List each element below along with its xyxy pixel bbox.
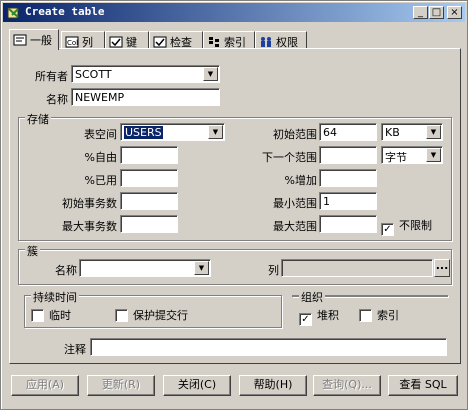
chevron-down-icon: ▼ xyxy=(194,261,209,275)
unlimited-checkbox[interactable]: ✓ 不限制 xyxy=(381,217,432,236)
organization-group: 组织 ✓ 堆积 索引 xyxy=(292,289,448,326)
minextents-input[interactable]: 1 xyxy=(319,192,377,210)
tab-general-label: 一般 xyxy=(30,34,52,47)
minextents-label: 最小范围 xyxy=(273,197,317,210)
tab-indexes[interactable]: 索引 xyxy=(203,31,255,49)
owner-select[interactable]: SCOTT ▼ xyxy=(71,65,220,83)
tab-keys[interactable]: 键 xyxy=(105,31,149,49)
pctused-label: %已用 xyxy=(84,174,117,187)
minimize-button[interactable]: _ xyxy=(413,6,428,19)
maxtrans-label: 最大事务数 xyxy=(62,220,117,233)
browse-columns-button[interactable]: ... xyxy=(434,259,450,277)
next-extent-label: 下一个范围 xyxy=(262,151,317,164)
general-tab-icon xyxy=(13,34,27,46)
index-organized-checkbox[interactable]: 索引 xyxy=(359,307,399,323)
maxtrans-input[interactable] xyxy=(120,215,178,233)
pctincrease-label: %增加 xyxy=(284,174,317,187)
unlimited-label: 不限制 xyxy=(399,219,432,232)
maxextents-label: 最大范围 xyxy=(273,220,317,233)
preserve-rows-label: 保护提交行 xyxy=(133,309,188,322)
tab-general[interactable]: 一般 xyxy=(9,29,59,50)
close-window-button[interactable]: × xyxy=(447,6,462,19)
tab-check[interactable]: 检查 xyxy=(149,31,203,49)
owner-label: 所有者 xyxy=(35,70,68,83)
initrans-input[interactable] xyxy=(120,192,178,210)
checkmark-icon: ✓ xyxy=(299,313,312,326)
check-tab-icon xyxy=(153,36,167,48)
comment-label: 注释 xyxy=(64,343,86,356)
table-name-value: NEWEMP xyxy=(75,91,125,104)
help-button[interactable]: 帮助(H) xyxy=(239,375,307,396)
create-table-window: Create table _ □ × 一般 Col 列 键 检查 索引 权限 所有… xyxy=(0,0,468,410)
initial-extent-value: 64 xyxy=(323,126,337,139)
app-icon xyxy=(6,5,21,20)
table-name-input[interactable]: NEWEMP xyxy=(71,88,220,106)
general-tab-panel: 所有者 SCOTT ▼ 名称 NEWEMP 存储 表空间 USERS ▼ %自由… xyxy=(9,48,461,364)
duration-group-title: 持续时间 xyxy=(31,289,79,305)
cluster-columns-input[interactable] xyxy=(281,259,433,277)
refresh-button[interactable]: 更新(R) xyxy=(87,375,155,396)
query-button[interactable]: 查询(Q)... xyxy=(313,375,381,396)
initial-unit-value: KB xyxy=(385,126,400,139)
next-unit-value: 字节 xyxy=(385,151,407,164)
pctfree-input[interactable] xyxy=(120,146,178,164)
users-tab-icon xyxy=(259,36,273,48)
owner-value: SCOTT xyxy=(75,68,112,81)
storage-group: 存储 表空间 USERS ▼ %自由 %已用 初始事务数 最大事务数 初始范围 … xyxy=(18,111,452,241)
temporary-checkbox[interactable]: 临时 xyxy=(31,307,71,323)
maximize-button[interactable]: □ xyxy=(429,6,444,19)
maxextents-input[interactable] xyxy=(319,215,377,233)
pctincrease-input[interactable] xyxy=(319,169,377,187)
cluster-group-title: 簇 xyxy=(25,243,40,259)
chevron-down-icon: ▼ xyxy=(208,125,223,139)
heap-checkbox[interactable]: ✓ 堆积 xyxy=(299,307,339,326)
checkmark-icon: ✓ xyxy=(381,223,394,236)
temporary-label: 临时 xyxy=(49,309,71,322)
cluster-group: 簇 名称 ▼ 列 ... xyxy=(18,243,452,285)
minextents-value: 1 xyxy=(323,195,330,208)
cluster-name-label: 名称 xyxy=(55,264,77,277)
heap-label: 堆积 xyxy=(317,309,339,322)
tab-privileges[interactable]: 权限 xyxy=(255,31,307,49)
tablespace-select[interactable]: USERS ▼ xyxy=(120,123,225,141)
close-button[interactable]: 关闭(C) xyxy=(163,375,231,396)
window-title: Create table xyxy=(25,5,105,18)
checkbox-empty-icon xyxy=(115,309,128,322)
comment-input[interactable] xyxy=(90,338,447,356)
cluster-columns-label: 列 xyxy=(268,264,279,277)
initrans-label: 初始事务数 xyxy=(62,197,117,210)
name-label: 名称 xyxy=(46,93,68,106)
indexes-tab-icon xyxy=(207,36,221,48)
cluster-name-select[interactable]: ▼ xyxy=(79,259,211,277)
initial-extent-input[interactable]: 64 xyxy=(319,123,377,141)
preserve-rows-checkbox[interactable]: 保护提交行 xyxy=(115,307,188,323)
apply-button[interactable]: 应用(A) xyxy=(11,375,79,396)
title-bar: Create table _ □ × xyxy=(3,3,465,22)
columns-tab-icon: Col xyxy=(65,36,79,48)
tablespace-value: USERS xyxy=(124,126,163,139)
next-unit-select[interactable]: 字节 ▼ xyxy=(381,146,443,164)
duration-group: 持续时间 临时 保护提交行 xyxy=(24,289,282,328)
checkbox-empty-icon xyxy=(31,309,44,322)
tab-strip: 一般 Col 列 键 检查 索引 权限 xyxy=(9,29,459,50)
next-extent-input[interactable] xyxy=(319,146,377,164)
keys-tab-icon xyxy=(109,36,123,48)
tab-columns[interactable]: Col 列 xyxy=(61,31,105,49)
initial-unit-select[interactable]: KB ▼ xyxy=(381,123,443,141)
pctfree-label: %自由 xyxy=(84,151,117,164)
chevron-down-icon: ▼ xyxy=(203,67,218,81)
storage-group-title: 存储 xyxy=(25,111,51,127)
index-organized-label: 索引 xyxy=(377,309,399,322)
pctused-input[interactable] xyxy=(120,169,178,187)
organization-group-title: 组织 xyxy=(299,289,325,305)
view-sql-button[interactable]: 查看 SQL xyxy=(388,375,458,396)
checkbox-empty-icon xyxy=(359,309,372,322)
tablespace-label: 表空间 xyxy=(84,128,117,141)
initial-extent-label: 初始范围 xyxy=(273,128,317,141)
chevron-down-icon: ▼ xyxy=(426,148,441,162)
chevron-down-icon: ▼ xyxy=(426,125,441,139)
svg-text:Col: Col xyxy=(67,39,78,47)
